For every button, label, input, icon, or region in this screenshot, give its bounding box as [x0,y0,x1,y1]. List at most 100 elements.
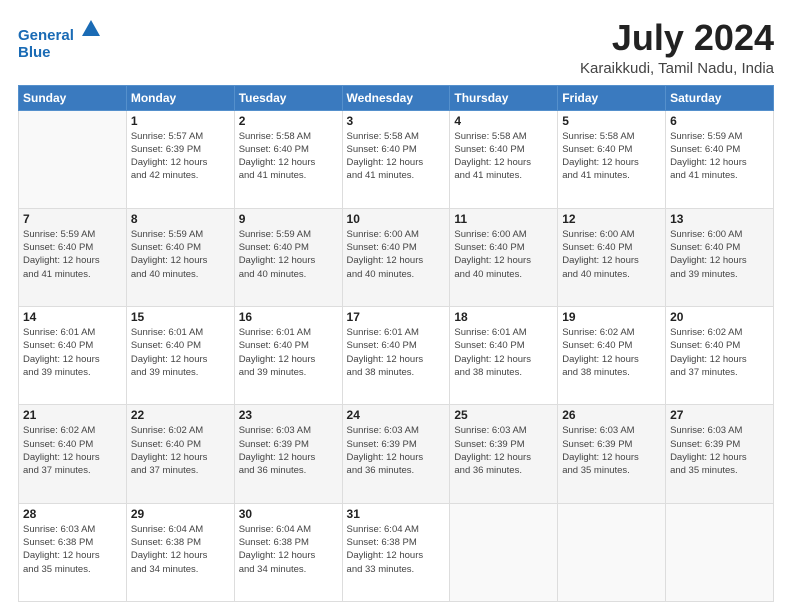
day-number: 8 [131,212,230,226]
day-info: Sunrise: 6:04 AMSunset: 6:38 PMDaylight:… [131,523,230,576]
weekday-header-row: SundayMondayTuesdayWednesdayThursdayFrid… [19,85,774,110]
day-number: 21 [23,408,122,422]
weekday-header: Tuesday [234,85,342,110]
weekday-header: Sunday [19,85,127,110]
day-info: Sunrise: 5:59 AMSunset: 6:40 PMDaylight:… [23,228,122,281]
day-info: Sunrise: 6:03 AMSunset: 6:39 PMDaylight:… [239,424,338,477]
day-info: Sunrise: 6:00 AMSunset: 6:40 PMDaylight:… [670,228,769,281]
calendar-day-cell: 24 Sunrise: 6:03 AMSunset: 6:39 PMDayligh… [342,405,450,503]
day-number: 5 [562,114,661,128]
day-info: Sunrise: 6:01 AMSunset: 6:40 PMDaylight:… [454,326,553,379]
day-info: Sunrise: 5:59 AMSunset: 6:40 PMDaylight:… [239,228,338,281]
day-number: 19 [562,310,661,324]
day-number: 16 [239,310,338,324]
calendar-day-cell: 29 Sunrise: 6:04 AMSunset: 6:38 PMDayligh… [126,503,234,601]
day-info: Sunrise: 5:58 AMSunset: 6:40 PMDaylight:… [454,130,553,183]
calendar-week-row: 14 Sunrise: 6:01 AMSunset: 6:40 PMDayligh… [19,307,774,405]
day-number: 29 [131,507,230,521]
day-info: Sunrise: 5:59 AMSunset: 6:40 PMDaylight:… [131,228,230,281]
logo-general: General [18,27,74,44]
logo: General Blue [18,18,102,61]
calendar-day-cell: 26Sunrise: 6:03 AMSunset: 6:39 PMDayligh… [558,405,666,503]
logo-text: General [18,18,102,45]
calendar-day-cell: 17 Sunrise: 6:01 AMSunset: 6:40 PMDayligh… [342,307,450,405]
calendar-day-cell: 16 Sunrise: 6:01 AMSunset: 6:40 PMDayligh… [234,307,342,405]
day-info: Sunrise: 5:57 AMSunset: 6:39 PMDaylight:… [131,130,230,183]
header: General Blue July 2024 Karaikkudi, Tamil… [18,18,774,77]
day-number: 25 [454,408,553,422]
calendar-week-row: 21Sunrise: 6:02 AMSunset: 6:40 PMDayligh… [19,405,774,503]
calendar-day-cell: 10Sunrise: 6:00 AMSunset: 6:40 PMDayligh… [342,208,450,306]
day-number: 10 [347,212,446,226]
day-info: Sunrise: 6:03 AMSunset: 6:39 PMDaylight:… [347,424,446,477]
calendar-day-cell: 21Sunrise: 6:02 AMSunset: 6:40 PMDayligh… [19,405,127,503]
calendar-day-cell: 15Sunrise: 6:01 AMSunset: 6:40 PMDayligh… [126,307,234,405]
calendar-day-cell: 19 Sunrise: 6:02 AMSunset: 6:40 PMDayligh… [558,307,666,405]
day-info: Sunrise: 5:59 AMSunset: 6:40 PMDaylight:… [670,130,769,183]
calendar-day-cell [666,503,774,601]
day-number: 17 [347,310,446,324]
calendar-day-cell: 18 Sunrise: 6:01 AMSunset: 6:40 PMDayligh… [450,307,558,405]
day-number: 28 [23,507,122,521]
weekday-header: Saturday [666,85,774,110]
calendar-day-cell: 5 Sunrise: 5:58 AMSunset: 6:40 PMDaylight… [558,110,666,208]
calendar-day-cell: 28 Sunrise: 6:03 AMSunset: 6:38 PMDayligh… [19,503,127,601]
day-number: 3 [347,114,446,128]
day-info: Sunrise: 6:02 AMSunset: 6:40 PMDaylight:… [562,326,661,379]
day-info: Sunrise: 6:04 AMSunset: 6:38 PMDaylight:… [347,523,446,576]
day-number: 14 [23,310,122,324]
page: General Blue July 2024 Karaikkudi, Tamil… [0,0,792,612]
day-number: 24 [347,408,446,422]
calendar-day-cell: 2Sunrise: 5:58 AMSunset: 6:40 PMDaylight… [234,110,342,208]
day-number: 27 [670,408,769,422]
day-number: 12 [562,212,661,226]
calendar-day-cell: 27 Sunrise: 6:03 AMSunset: 6:39 PMDayligh… [666,405,774,503]
calendar-day-cell [558,503,666,601]
day-info: Sunrise: 6:03 AMSunset: 6:39 PMDaylight:… [454,424,553,477]
calendar-day-cell: 11Sunrise: 6:00 AMSunset: 6:40 PMDayligh… [450,208,558,306]
day-number: 1 [131,114,230,128]
day-info: Sunrise: 6:01 AMSunset: 6:40 PMDaylight:… [347,326,446,379]
calendar-day-cell: 1 Sunrise: 5:57 AMSunset: 6:39 PMDaylight… [126,110,234,208]
day-info: Sunrise: 6:03 AMSunset: 6:38 PMDaylight:… [23,523,122,576]
day-info: Sunrise: 6:03 AMSunset: 6:39 PMDaylight:… [562,424,661,477]
day-number: 15 [131,310,230,324]
calendar-day-cell [450,503,558,601]
calendar-day-cell: 20 Sunrise: 6:02 AMSunset: 6:40 PMDayligh… [666,307,774,405]
calendar-week-row: 1 Sunrise: 5:57 AMSunset: 6:39 PMDaylight… [19,110,774,208]
day-number: 20 [670,310,769,324]
day-number: 6 [670,114,769,128]
day-info: Sunrise: 6:00 AMSunset: 6:40 PMDaylight:… [454,228,553,281]
day-info: Sunrise: 6:00 AMSunset: 6:40 PMDaylight:… [562,228,661,281]
day-info: Sunrise: 6:03 AMSunset: 6:39 PMDaylight:… [670,424,769,477]
weekday-header: Thursday [450,85,558,110]
calendar-day-cell: 7 Sunrise: 5:59 AMSunset: 6:40 PMDaylight… [19,208,127,306]
subtitle: Karaikkudi, Tamil Nadu, India [580,60,774,77]
calendar-day-cell: 14 Sunrise: 6:01 AMSunset: 6:40 PMDayligh… [19,307,127,405]
day-number: 13 [670,212,769,226]
weekday-header: Monday [126,85,234,110]
calendar-day-cell: 31 Sunrise: 6:04 AMSunset: 6:38 PMDayligh… [342,503,450,601]
calendar-day-cell [19,110,127,208]
day-number: 7 [23,212,122,226]
day-number: 2 [239,114,338,128]
calendar-day-cell: 8 Sunrise: 5:59 AMSunset: 6:40 PMDaylight… [126,208,234,306]
day-number: 31 [347,507,446,521]
day-number: 18 [454,310,553,324]
day-number: 9 [239,212,338,226]
main-title: July 2024 [580,18,774,58]
day-info: Sunrise: 5:58 AMSunset: 6:40 PMDaylight:… [347,130,446,183]
calendar-day-cell: 30Sunrise: 6:04 AMSunset: 6:38 PMDayligh… [234,503,342,601]
calendar-day-cell: 6 Sunrise: 5:59 AMSunset: 6:40 PMDaylight… [666,110,774,208]
day-info: Sunrise: 6:01 AMSunset: 6:40 PMDaylight:… [239,326,338,379]
day-info: Sunrise: 6:02 AMSunset: 6:40 PMDaylight:… [670,326,769,379]
calendar-table: SundayMondayTuesdayWednesdayThursdayFrid… [18,85,774,602]
logo-icon [80,18,102,40]
calendar-day-cell: 25 Sunrise: 6:03 AMSunset: 6:39 PMDayligh… [450,405,558,503]
day-info: Sunrise: 6:01 AMSunset: 6:40 PMDaylight:… [23,326,122,379]
title-block: July 2024 Karaikkudi, Tamil Nadu, India [580,18,774,77]
calendar-day-cell: 12 Sunrise: 6:00 AMSunset: 6:40 PMDayligh… [558,208,666,306]
day-info: Sunrise: 5:58 AMSunset: 6:40 PMDaylight:… [562,130,661,183]
day-number: 23 [239,408,338,422]
logo-blue: Blue [18,45,102,62]
